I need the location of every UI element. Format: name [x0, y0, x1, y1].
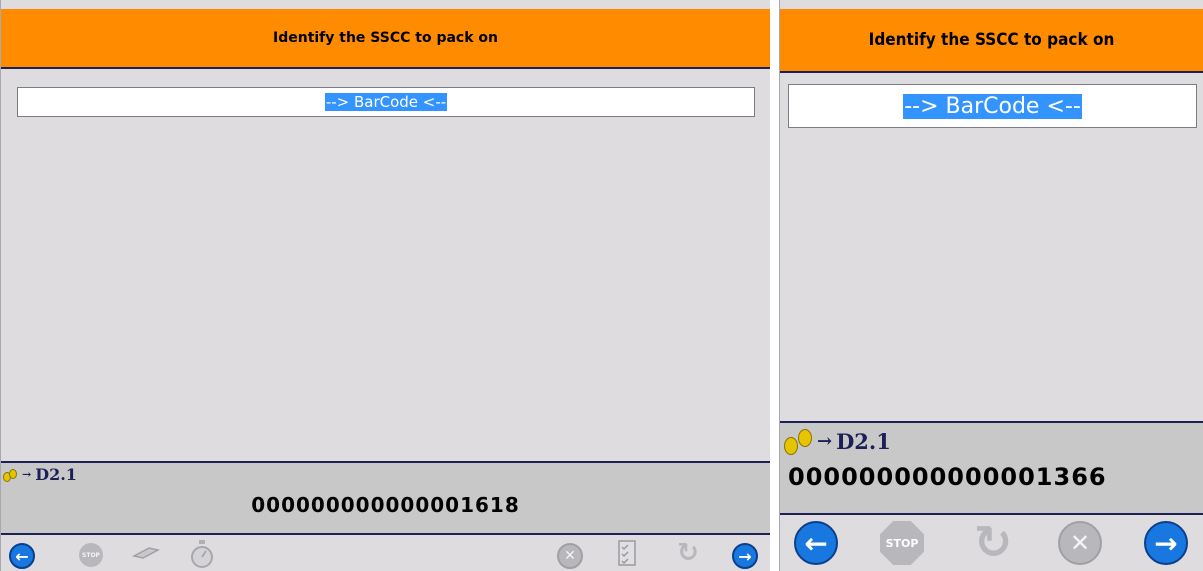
barcode-value: --> BarCode <-- — [903, 93, 1082, 119]
next-arrow-icon: → — [738, 546, 752, 566]
step-arrow-icon: → — [22, 468, 32, 481]
next-button[interactable]: → — [732, 543, 758, 569]
footsteps-icon — [3, 468, 21, 482]
refresh-icon: ↻ — [677, 538, 699, 568]
back-arrow-icon: ← — [15, 546, 29, 566]
sscc-number: 000000000000001366 — [788, 463, 1107, 491]
stop-button[interactable]: STOP — [880, 521, 924, 565]
info-panel: → D2.1 000000000000001366 — [780, 421, 1203, 515]
checklist-icon[interactable] — [618, 540, 636, 566]
footsteps-icon — [782, 427, 816, 455]
next-button[interactable]: → — [1144, 521, 1188, 565]
step-arrow-icon: → — [817, 430, 833, 452]
stop-button[interactable]: STOP — [79, 543, 103, 567]
step-code: D2.1 — [35, 465, 77, 484]
info-panel: → D2.1 000000000000001618 — [1, 461, 770, 535]
stop-icon: STOP — [82, 551, 100, 559]
toolbar: ← STOP ✕ ↻ → — [1, 533, 770, 571]
stop-icon: STOP — [885, 536, 919, 550]
cancel-button[interactable]: ✕ — [557, 543, 583, 569]
step-code: D2.1 — [836, 428, 891, 454]
step-indicator: → D2.1 — [782, 427, 891, 455]
back-arrow-icon: ← — [804, 526, 828, 560]
cancel-icon: ✕ — [1069, 529, 1091, 557]
back-button[interactable]: ← — [794, 521, 838, 565]
barcode-input[interactable]: --> BarCode <-- — [788, 84, 1197, 128]
back-button[interactable]: ← — [9, 543, 35, 569]
header-title: Identify the SSCC to pack on — [1, 9, 770, 69]
barcode-input[interactable]: --> BarCode <-- — [17, 87, 755, 117]
left-screen: Identify the SSCC to pack on --> BarCode… — [0, 0, 770, 571]
toolbar: ← STOP ↻ ✕ → — [780, 513, 1203, 571]
eraser-icon[interactable] — [131, 546, 161, 560]
screen-gap — [770, 0, 779, 571]
refresh-button[interactable]: ↻ — [673, 538, 703, 568]
cancel-icon: ✕ — [564, 548, 576, 564]
step-indicator: → D2.1 — [3, 465, 77, 484]
sscc-number: 000000000000001618 — [251, 493, 520, 517]
header-title: Identify the SSCC to pack on — [780, 9, 1203, 73]
refresh-icon: ↻ — [973, 515, 1013, 569]
refresh-button[interactable]: ↻ — [968, 515, 1018, 569]
stopwatch-icon[interactable] — [189, 539, 215, 569]
next-arrow-icon: → — [1154, 526, 1178, 560]
right-screen: Identify the SSCC to pack on --> BarCode… — [779, 0, 1203, 571]
barcode-value: --> BarCode <-- — [324, 93, 448, 111]
cancel-button[interactable]: ✕ — [1058, 521, 1102, 565]
